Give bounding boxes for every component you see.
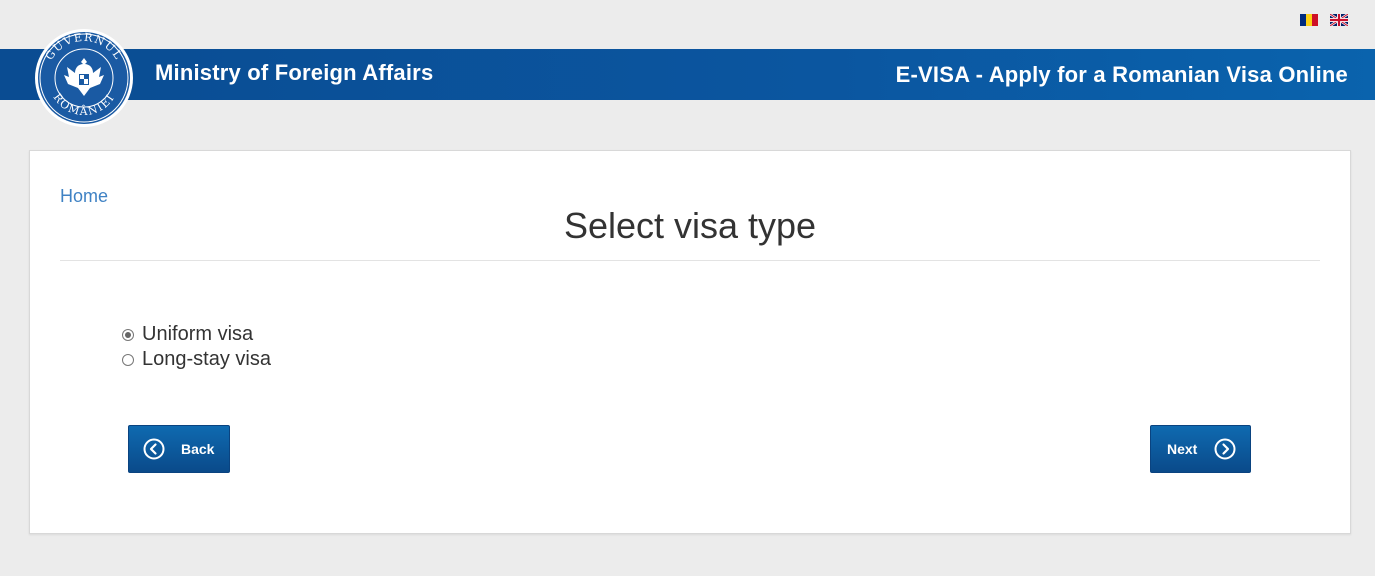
app-title: E-VISA - Apply for a Romanian Visa Onlin… [895,62,1348,87]
site-title[interactable]: Ministry of Foreign Affairs [155,60,433,86]
uniform-visa-label[interactable]: Uniform visa [142,323,253,346]
romanian-flag-icon[interactable] [1300,14,1318,26]
back-button[interactable]: Back [128,425,230,473]
uniform-visa-radio[interactable] [122,328,134,341]
visa-type-options: Uniform visa Long-stay visa [122,322,271,372]
visa-option-long-stay[interactable]: Long-stay visa [122,347,271,372]
chevron-left-circle-icon [143,438,165,460]
uk-flag-icon[interactable] [1330,14,1348,26]
chevron-right-circle-icon [1214,438,1236,460]
visa-option-uniform[interactable]: Uniform visa [122,322,271,347]
back-button-label: Back [181,441,215,457]
breadcrumb-home-link[interactable]: Home [60,186,108,207]
next-button[interactable]: Next [1150,425,1251,473]
government-emblem-logo[interactable]: GUVERNUL ROMÂNIEI [29,28,139,128]
language-selector [1300,14,1348,26]
main-card: Home Select visa type Uniform visa Long-… [29,150,1351,534]
long-stay-visa-label[interactable]: Long-stay visa [142,348,271,371]
page-title: Select visa type [563,205,817,246]
divider [60,260,1320,261]
next-button-label: Next [1167,441,1198,457]
long-stay-visa-radio[interactable] [122,353,134,366]
